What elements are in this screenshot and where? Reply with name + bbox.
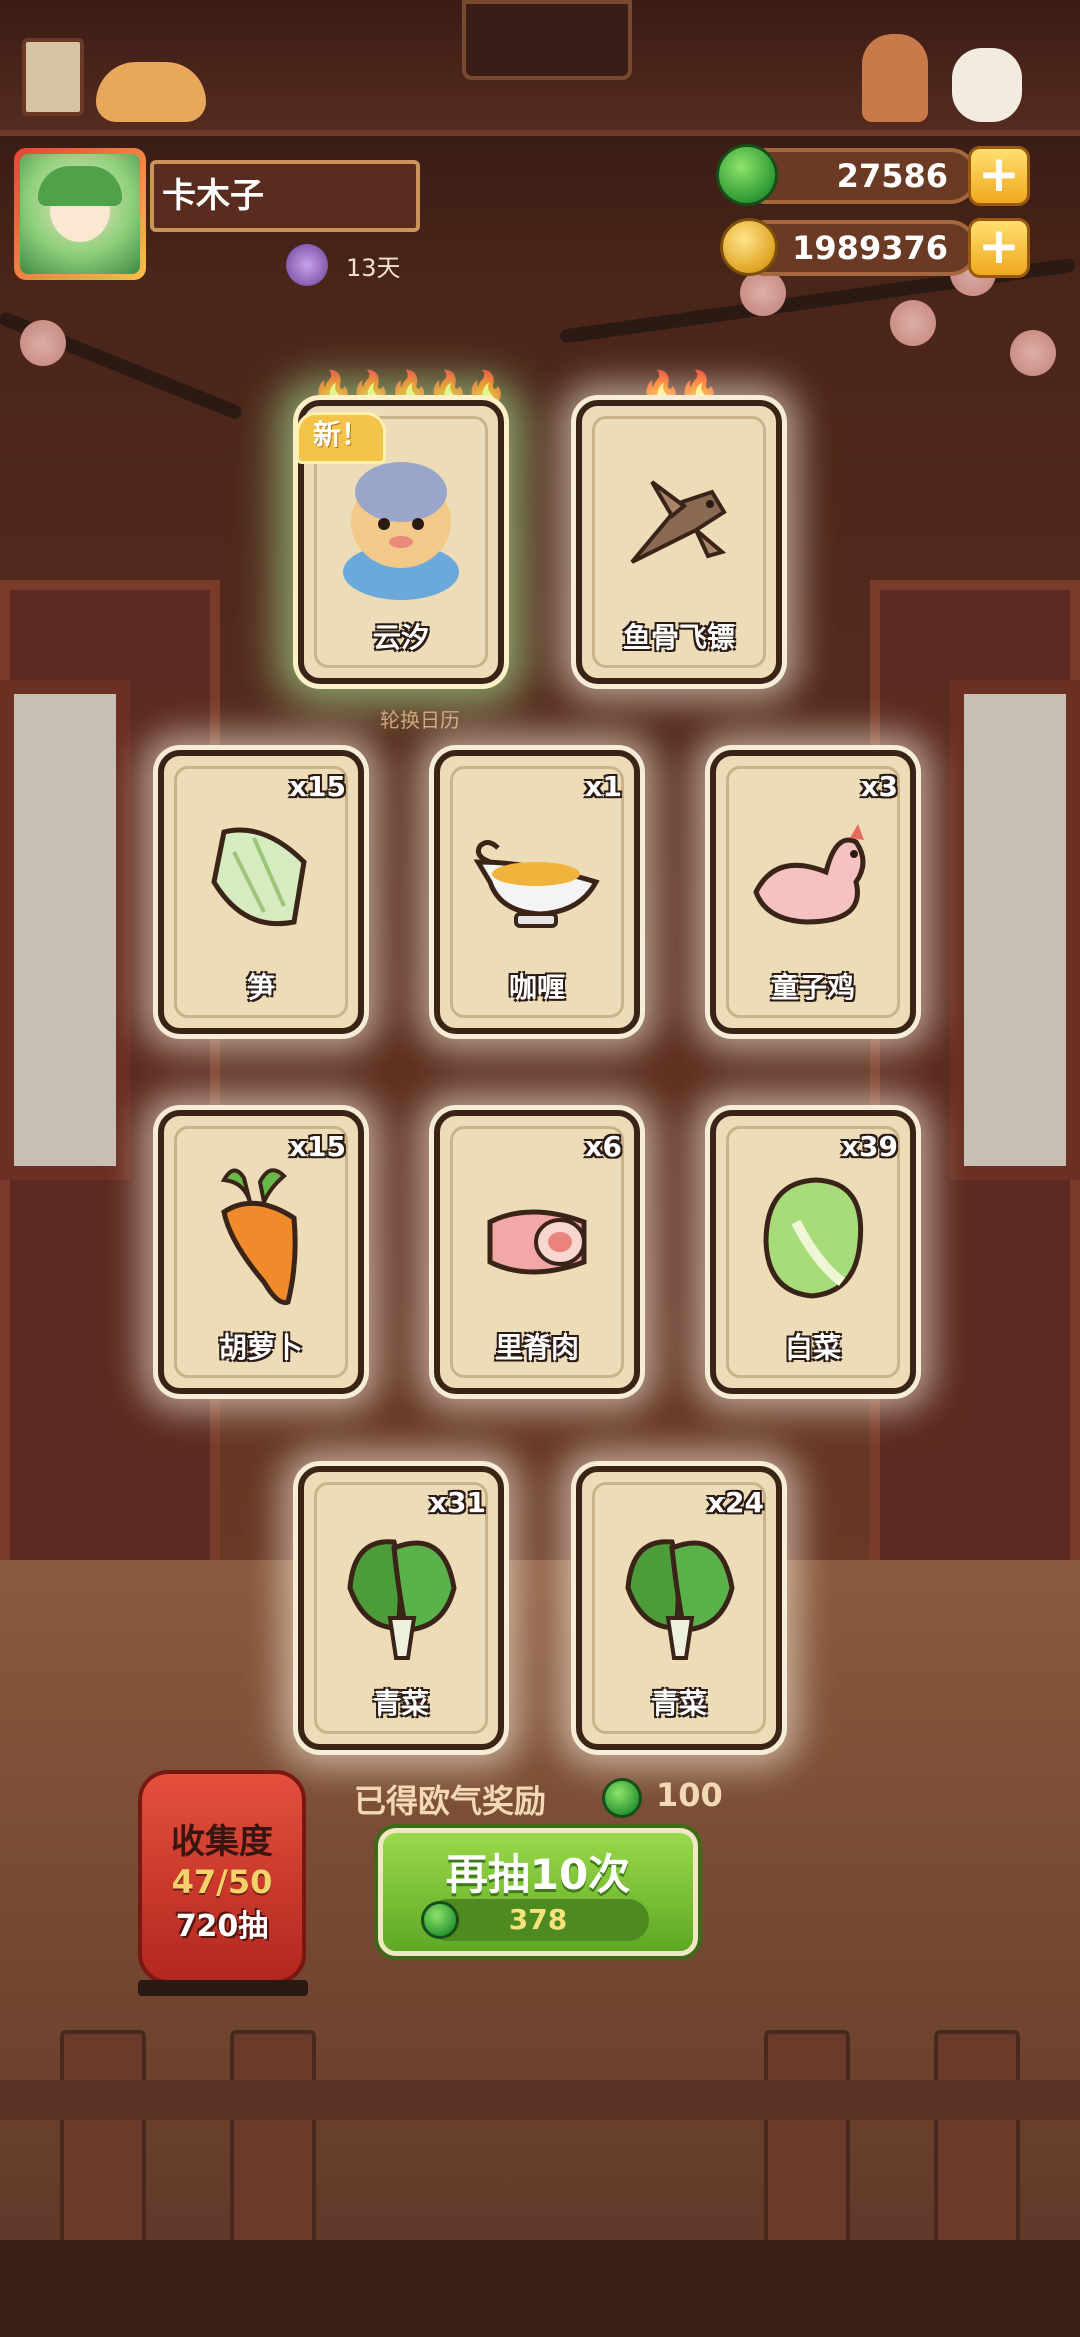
- item-card[interactable]: x6 里脊肉: [434, 1110, 640, 1394]
- avatar: [20, 154, 140, 274]
- item-count: x15: [288, 770, 346, 803]
- total-draws: 720抽: [175, 1909, 269, 1944]
- blossom: [1010, 330, 1056, 376]
- player-avatar[interactable]: [14, 148, 146, 280]
- rail-post: [764, 2030, 850, 2250]
- hanging-frame: [462, 0, 632, 80]
- left-window: [0, 680, 130, 1180]
- jade-coin-icon: [716, 144, 778, 206]
- carrot-icon: [220, 1168, 298, 1306]
- lantern-stand: [138, 1980, 308, 1996]
- gold-coin-icon: [720, 218, 778, 276]
- curry-gravy-boat-icon: [473, 840, 600, 928]
- draw-ten-button[interactable]: 再抽10次 378: [378, 1828, 698, 1956]
- reward-label: 已得欧气奖励: [354, 1782, 547, 1820]
- item-count: x39: [840, 1130, 898, 1163]
- floor-edge: [0, 2240, 1080, 2337]
- bok-choy-icon: [347, 1539, 457, 1660]
- yunxi-character-icon: [343, 462, 459, 600]
- collection-lantern[interactable]: 收集度 47/50 720抽: [138, 1770, 306, 1984]
- blossom: [740, 270, 786, 316]
- rotation-calendar-label[interactable]: 轮换日历: [380, 704, 460, 733]
- cat-figure: [96, 62, 206, 122]
- rail-post: [934, 2030, 1020, 2250]
- featured-card-fishbone-dart[interactable]: 鱼骨飞镖: [576, 400, 782, 684]
- new-badge: 新！: [296, 412, 386, 464]
- rail-bar: [0, 2080, 1080, 2120]
- card-name: 云汐: [372, 621, 429, 654]
- item-count: x15: [288, 1130, 346, 1163]
- card-name: 笋: [246, 971, 275, 1004]
- napa-cabbage-icon: [763, 1177, 864, 1299]
- item-card[interactable]: x3 童子鸡: [710, 750, 916, 1034]
- rail-post: [230, 2030, 316, 2250]
- card-name: 白菜: [784, 1331, 841, 1364]
- login-days: 13天: [346, 254, 401, 282]
- card-name: 里脊肉: [494, 1331, 579, 1364]
- tenderloin-meat-icon: [487, 1209, 587, 1275]
- card-name: 童子鸡: [770, 971, 855, 1004]
- item-count: x6: [584, 1130, 622, 1163]
- doll-figure: [862, 34, 928, 122]
- scroll-decor: [22, 38, 84, 116]
- item-card[interactable]: x15 笋: [158, 750, 364, 1034]
- item-count: x1: [584, 770, 622, 803]
- item-card[interactable]: x39 白菜: [710, 1110, 916, 1394]
- collection-progress: 47/50: [171, 1863, 273, 1901]
- collection-title: 收集度: [171, 1822, 273, 1862]
- fishbone-dart-icon: [630, 480, 727, 564]
- reward-value: 100: [656, 1776, 723, 1814]
- rail-post: [60, 2030, 146, 2250]
- right-window: [950, 680, 1080, 1180]
- blossom: [890, 300, 936, 346]
- card-name: 胡萝卜: [218, 1331, 303, 1364]
- item-card[interactable]: x1 咖喱: [434, 750, 640, 1034]
- add-gold-button[interactable]: +: [968, 218, 1030, 278]
- item-count: x31: [428, 1486, 486, 1519]
- bok-choy-icon: [625, 1539, 735, 1660]
- card-name: 青菜: [650, 1687, 707, 1720]
- blossom: [20, 320, 66, 366]
- draw-button-label: 再抽10次: [445, 1850, 631, 1899]
- item-count: x24: [706, 1486, 764, 1519]
- add-jade-button[interactable]: +: [968, 146, 1030, 206]
- card-name: 鱼骨飞镖: [622, 621, 735, 654]
- card-name: 青菜: [372, 1687, 429, 1720]
- card-name: 咖喱: [508, 971, 565, 1004]
- item-card[interactable]: x24 青菜: [576, 1466, 782, 1750]
- bamboo-shoot-icon: [211, 827, 307, 927]
- cat-figure-white: [952, 48, 1022, 122]
- calendar-icon: [286, 244, 328, 286]
- chicken-icon: [753, 824, 866, 925]
- item-count: x3: [860, 770, 898, 803]
- player-name: 卡木子: [150, 160, 420, 232]
- draw-cost-value: 378: [508, 1903, 568, 1936]
- jade-coin-icon: [602, 1778, 642, 1818]
- item-card[interactable]: x15 胡萝卜: [158, 1110, 364, 1394]
- draw-cost: 378: [421, 1899, 649, 1941]
- item-card[interactable]: x31 青菜: [298, 1466, 504, 1750]
